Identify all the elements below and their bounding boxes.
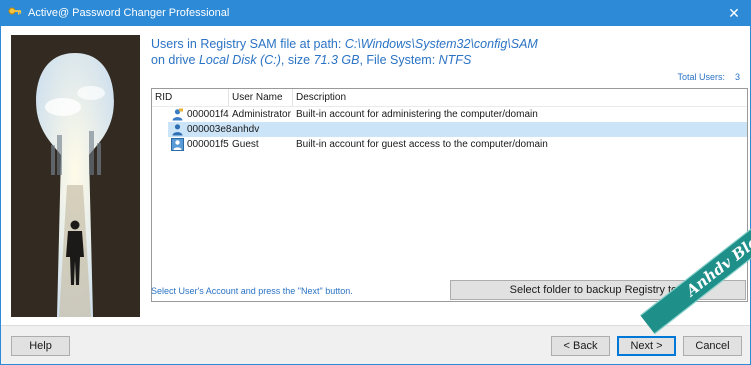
cell-rid: 000001f5 — [187, 139, 229, 150]
drive-line: on drive Local Disk (C:), size 71.3 GB, … — [151, 52, 538, 68]
users-table[interactable]: RID User Name Description 000001f4 Admin… — [151, 88, 748, 302]
user-icon — [152, 123, 187, 136]
cell-user-name: anhdv — [232, 124, 260, 135]
key-icon — [8, 6, 22, 20]
column-header-description[interactable]: Description — [293, 89, 747, 106]
help-button[interactable]: Help — [11, 336, 70, 356]
admin-user-icon — [152, 108, 187, 121]
table-row[interactable]: 000001f4 Administrator Built-in account … — [152, 107, 747, 122]
cell-rid: 000003e8 — [187, 124, 232, 135]
keyhole-illustration — [11, 35, 140, 317]
size-label: , size — [280, 53, 314, 67]
drive-label: on drive — [151, 53, 199, 67]
fs-label: , File System: — [359, 53, 439, 67]
cancel-button[interactable]: Cancel — [683, 336, 742, 356]
wizard-body: Users in Registry SAM file at path: C:\W… — [0, 26, 751, 365]
column-header-user-name[interactable]: User Name — [229, 89, 293, 106]
cell-user-name: Guest — [232, 139, 259, 150]
guest-user-icon — [152, 138, 187, 151]
sam-path-value: C:\Windows\System32\config\SAM — [344, 37, 538, 51]
close-button[interactable]: ✕ — [717, 0, 751, 26]
title-bar: Active@ Password Changer Professional ✕ — [0, 0, 751, 26]
table-header: RID User Name Description — [152, 89, 747, 107]
sam-path-label: Users in Registry SAM file at path: — [151, 37, 345, 51]
window-title: Active@ Password Changer Professional — [28, 7, 230, 19]
fs-value: NTFS — [438, 53, 472, 67]
table-row[interactable]: 000003e8 anhdv — [152, 122, 747, 137]
size-value: 71.3 GB — [313, 53, 360, 67]
total-users: Total Users: 3 — [677, 72, 740, 82]
table-row[interactable]: 000001f5 Guest Built-in account for gues… — [152, 137, 747, 152]
total-users-label: Total Users: — [677, 72, 725, 82]
next-button[interactable]: Next > — [617, 336, 676, 356]
sam-info: Users in Registry SAM file at path: C:\W… — [151, 36, 538, 68]
cell-user-name: Administrator — [232, 109, 291, 120]
column-header-rid[interactable]: RID — [152, 89, 229, 106]
instruction-text: Select User's Account and press the "Nex… — [151, 286, 353, 296]
total-users-count: 3 — [734, 72, 740, 82]
sam-path-line: Users in Registry SAM file at path: C:\W… — [151, 36, 538, 52]
cell-description: Built-in account for guest access to the… — [296, 139, 548, 150]
cell-rid: 000001f4 — [187, 109, 229, 120]
drive-value: Local Disk (C:) — [198, 53, 281, 67]
cell-description: Built-in account for administering the c… — [296, 109, 538, 120]
button-bar: Help < Back Next > Cancel — [1, 326, 750, 364]
back-button[interactable]: < Back — [551, 336, 610, 356]
